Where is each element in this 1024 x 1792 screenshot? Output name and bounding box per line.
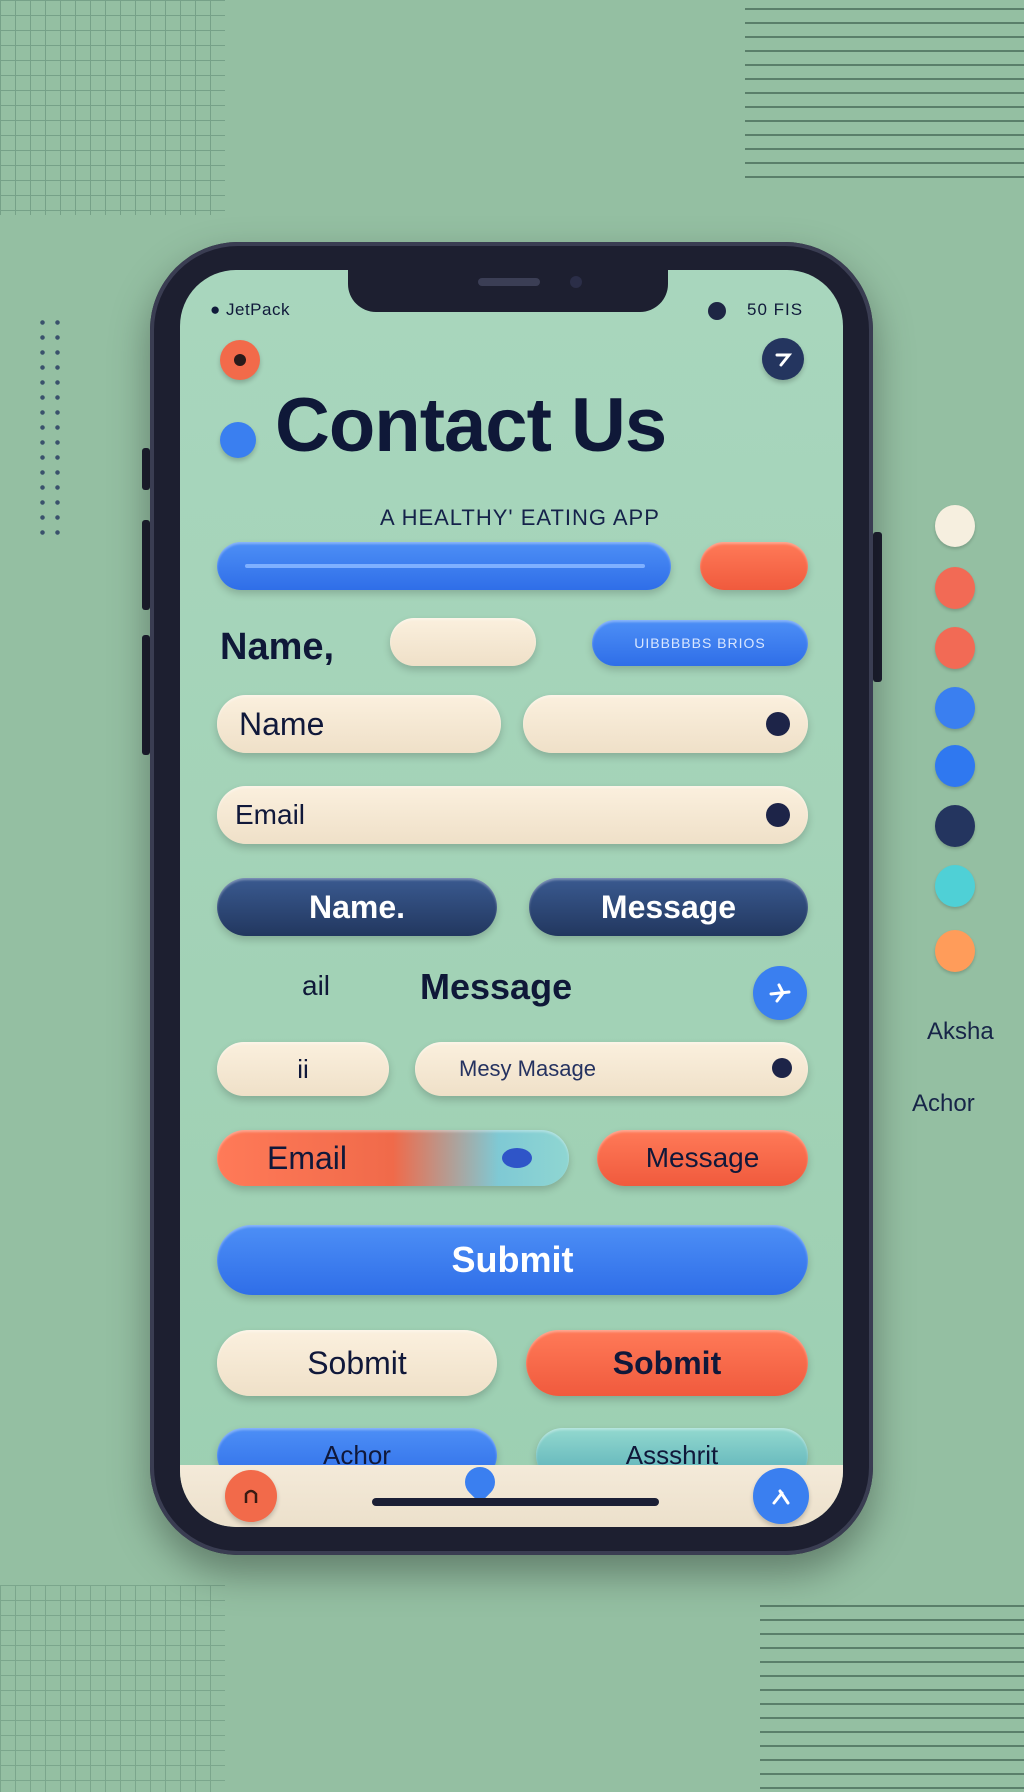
grid-pattern-bottom-left bbox=[0, 1585, 225, 1792]
search-bar-line bbox=[245, 564, 645, 568]
coral-submit-label: Sobmit bbox=[612, 1344, 722, 1381]
toggle-knob-icon bbox=[502, 1148, 532, 1168]
message-button-label: Message bbox=[600, 888, 737, 925]
speaker-grille bbox=[478, 278, 540, 286]
page-title: Contact Us bbox=[275, 383, 667, 468]
dot-icon bbox=[234, 354, 246, 366]
submit-button[interactable]: Submit bbox=[217, 1225, 808, 1295]
phone-screen: ● JetPack 50 FIS Contact Us A HEALTHY' E… bbox=[180, 270, 843, 1527]
message-chip-label: UIBBBBBS BRIOS bbox=[634, 635, 766, 651]
small-input[interactable]: ii bbox=[217, 1042, 389, 1096]
status-right-text: 50 FIS bbox=[747, 300, 804, 319]
plane-icon bbox=[769, 983, 791, 1003]
phone-volume-down-button bbox=[142, 635, 150, 755]
email-input-placeholder: Email bbox=[235, 799, 306, 830]
email-toggle-label: Email bbox=[267, 1139, 348, 1176]
title-bullet-icon bbox=[220, 422, 256, 458]
coral-submit-button[interactable]: Sobmit bbox=[526, 1330, 808, 1396]
email-input[interactable]: Email bbox=[217, 786, 808, 844]
mail-label: ail bbox=[302, 970, 331, 1001]
phone-volume-up-button bbox=[142, 520, 150, 610]
name-input[interactable]: Name bbox=[217, 695, 501, 753]
add-button[interactable] bbox=[753, 966, 807, 1020]
home-indicator bbox=[372, 1498, 659, 1506]
phone-notch bbox=[348, 270, 668, 312]
radio-dot-icon bbox=[772, 1058, 792, 1078]
name-button-label: Name. bbox=[308, 888, 406, 925]
top-chip-button[interactable] bbox=[700, 542, 808, 590]
line-pattern-top-right bbox=[745, 8, 1024, 178]
message-chip[interactable]: UIBBBBBS BRIOS bbox=[592, 620, 808, 666]
phone-frame: ● JetPack 50 FIS Contact Us A HEALTHY' E… bbox=[150, 242, 873, 1555]
info-button[interactable] bbox=[762, 338, 804, 380]
line-pattern-bottom-right bbox=[760, 1605, 1024, 1792]
back-button[interactable] bbox=[220, 340, 260, 380]
message-input-placeholder: Mesy Masage bbox=[459, 1056, 596, 1081]
swatch-blue bbox=[935, 687, 975, 729]
swatch-coral-2 bbox=[935, 627, 975, 669]
page-subtitle: A HEALTHY' EATING APP bbox=[380, 505, 660, 530]
swatch-blue-2 bbox=[935, 745, 975, 787]
message-coral-button[interactable]: Message bbox=[597, 1130, 808, 1186]
status-signal-icon bbox=[708, 302, 726, 320]
status-left-text: JetPack bbox=[226, 300, 290, 319]
message-button[interactable]: Message bbox=[529, 878, 808, 936]
swatch-cream bbox=[935, 505, 975, 547]
front-camera bbox=[570, 276, 582, 288]
radio-dot-icon bbox=[766, 803, 790, 827]
side-label-aksha: Aksha bbox=[927, 1018, 994, 1045]
swatch-coral bbox=[935, 567, 975, 609]
swatch-orange bbox=[935, 930, 975, 972]
secondary-submit-label: Sobmit bbox=[307, 1344, 407, 1381]
radio-dot-icon bbox=[766, 712, 790, 736]
message-input[interactable]: Mesy Masage bbox=[415, 1042, 808, 1096]
name-button[interactable]: Name. bbox=[217, 878, 497, 936]
bottom-nav-bar bbox=[180, 1465, 843, 1527]
phone-power-button bbox=[873, 532, 882, 682]
email-toggle[interactable]: Email bbox=[217, 1130, 569, 1186]
lambda-icon bbox=[772, 1489, 790, 1505]
person-icon bbox=[244, 1489, 258, 1503]
phone-side-button bbox=[142, 448, 150, 490]
dot-pattern-left bbox=[35, 315, 65, 535]
status-bullet-icon: ● bbox=[210, 300, 226, 319]
swatch-navy bbox=[935, 805, 975, 847]
secondary-submit-button[interactable]: Sobmit bbox=[217, 1330, 497, 1396]
name-label: Name, bbox=[220, 626, 335, 668]
name-chip[interactable] bbox=[390, 618, 536, 666]
small-input-text: ii bbox=[297, 1053, 309, 1084]
share-button[interactable] bbox=[753, 1468, 809, 1524]
name-input-secondary[interactable] bbox=[523, 695, 808, 753]
home-button[interactable] bbox=[225, 1470, 277, 1522]
submit-button-label: Submit bbox=[451, 1239, 574, 1280]
arrow-icon bbox=[775, 353, 793, 367]
side-label-achor: Achor bbox=[912, 1090, 975, 1117]
swatch-teal bbox=[935, 865, 975, 907]
message-coral-label: Message bbox=[645, 1142, 760, 1173]
status-app-name: ● JetPack bbox=[210, 300, 290, 320]
grid-pattern-top-left bbox=[0, 0, 225, 215]
name-input-placeholder: Name bbox=[239, 705, 325, 742]
message-label: Message bbox=[420, 966, 573, 1007]
search-bar[interactable] bbox=[217, 542, 671, 590]
